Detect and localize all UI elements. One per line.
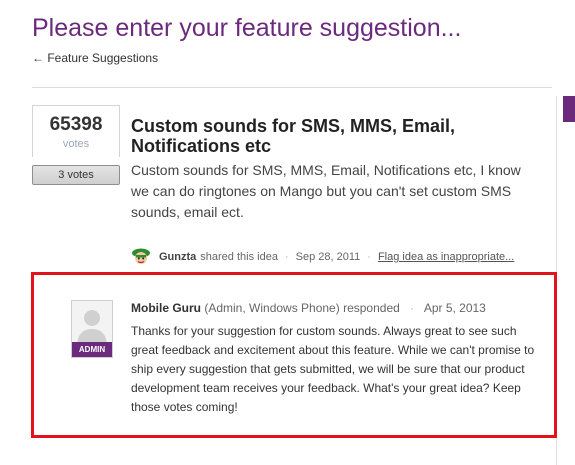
vote-button[interactable]: 3 votes [32,165,120,185]
admin-response-text: Thanks for your suggestion for custom so… [131,324,535,414]
responder-name-link[interactable]: Mobile Guru [131,301,201,315]
header-divider [32,87,552,88]
meta-separator: · [367,251,371,263]
meta-separator: · [284,251,289,263]
author-name-link[interactable]: Gunzta [159,251,196,263]
scrollbar-thumb[interactable] [563,96,575,122]
admin-badge: ADMIN [72,342,112,357]
responded-text: responded [343,301,400,315]
response-date: Apr 5, 2013 [423,301,486,315]
idea-description: Custom sounds for SMS, MMS, Email, Notif… [131,162,521,220]
page-title: Please enter your feature suggestion... [32,14,462,42]
vote-label: votes [62,138,90,150]
vote-count: 65398 [49,114,103,135]
responder-role: (Admin, Windows Phone) [204,301,340,315]
idea-meta: Gunzta shared this idea · Sep 28, 2011 ·… [131,247,551,267]
idea-date: Sep 28, 2011 [295,251,361,263]
meta-separator: · [410,301,415,315]
admin-avatar: ADMIN [71,300,113,358]
shared-text: shared this idea [200,251,278,263]
back-to-feature-suggestions-link[interactable]: ← Feature Suggestions [32,51,158,65]
vote-count-box: 65398 votes [32,105,120,157]
response-meta: Mobile Guru (Admin, Windows Phone) respo… [131,301,486,315]
user-silhouette-icon [72,301,112,345]
flag-idea-link[interactable]: Flag idea as inappropriate... [378,251,514,263]
idea-title[interactable]: Custom sounds for SMS, MMS, Email, Notif… [131,116,491,156]
author-avatar-icon[interactable] [131,247,151,267]
